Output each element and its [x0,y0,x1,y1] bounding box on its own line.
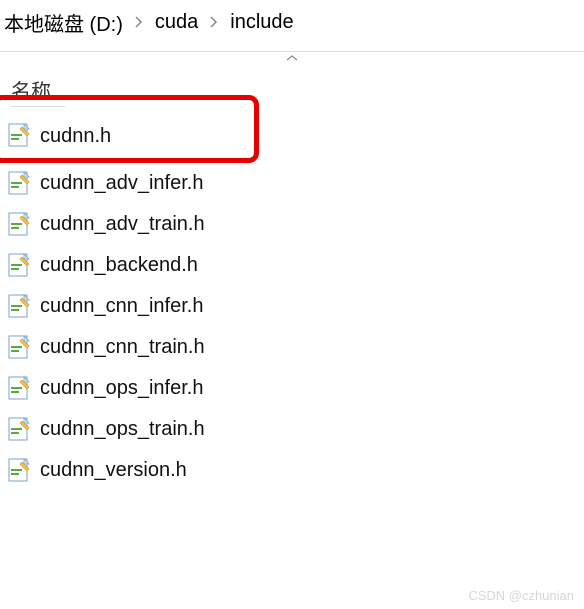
header-file-icon [8,417,30,443]
breadcrumb[interactable]: 本地磁盘 (D:) cuda include [0,0,584,45]
file-name: cudnn_adv_train.h [40,213,205,236]
file-name: cudnn_backend.h [40,254,198,277]
chevron-right-icon [202,15,226,31]
file-list: cudnn.h cudnn_adv_infer.h cudnn_adv_trai… [0,109,584,491]
watermark-text: CSDN @czhunian [468,588,574,603]
header-file-icon [8,123,30,149]
breadcrumb-item-drive[interactable]: 本地磁盘 (D:) [0,8,127,37]
file-name: cudnn_cnn_infer.h [40,295,203,318]
file-name: cudnn_ops_train.h [40,418,205,441]
breadcrumb-item-folder[interactable]: cuda [151,11,202,34]
header-file-icon [8,335,30,361]
column-header-underline [11,106,65,107]
column-header-name[interactable]: 名称 [0,65,584,106]
file-row[interactable]: cudnn_cnn_infer.h [8,286,584,327]
header-file-icon [8,253,30,279]
header-file-icon [8,376,30,402]
file-row[interactable]: cudnn_adv_infer.h [8,163,584,204]
file-row[interactable]: cudnn_ops_infer.h [8,368,584,409]
file-name: cudnn_ops_infer.h [40,377,203,400]
file-row[interactable]: cudnn_backend.h [8,245,584,286]
header-file-icon [8,212,30,238]
file-row[interactable]: cudnn_version.h [8,450,584,491]
file-row[interactable]: cudnn.h [8,109,584,163]
breadcrumb-item-folder[interactable]: include [226,11,297,34]
file-name: cudnn.h [40,125,111,148]
chevron-right-icon [127,15,151,31]
file-row[interactable]: cudnn_adv_train.h [8,204,584,245]
file-name: cudnn_version.h [40,459,187,482]
file-row[interactable]: cudnn_cnn_train.h [8,327,584,368]
chevron-up-icon[interactable] [0,51,584,65]
file-name: cudnn_adv_infer.h [40,172,203,195]
header-file-icon [8,171,30,197]
file-name: cudnn_cnn_train.h [40,336,205,359]
header-file-icon [8,458,30,484]
file-row[interactable]: cudnn_ops_train.h [8,409,584,450]
header-file-icon [8,294,30,320]
